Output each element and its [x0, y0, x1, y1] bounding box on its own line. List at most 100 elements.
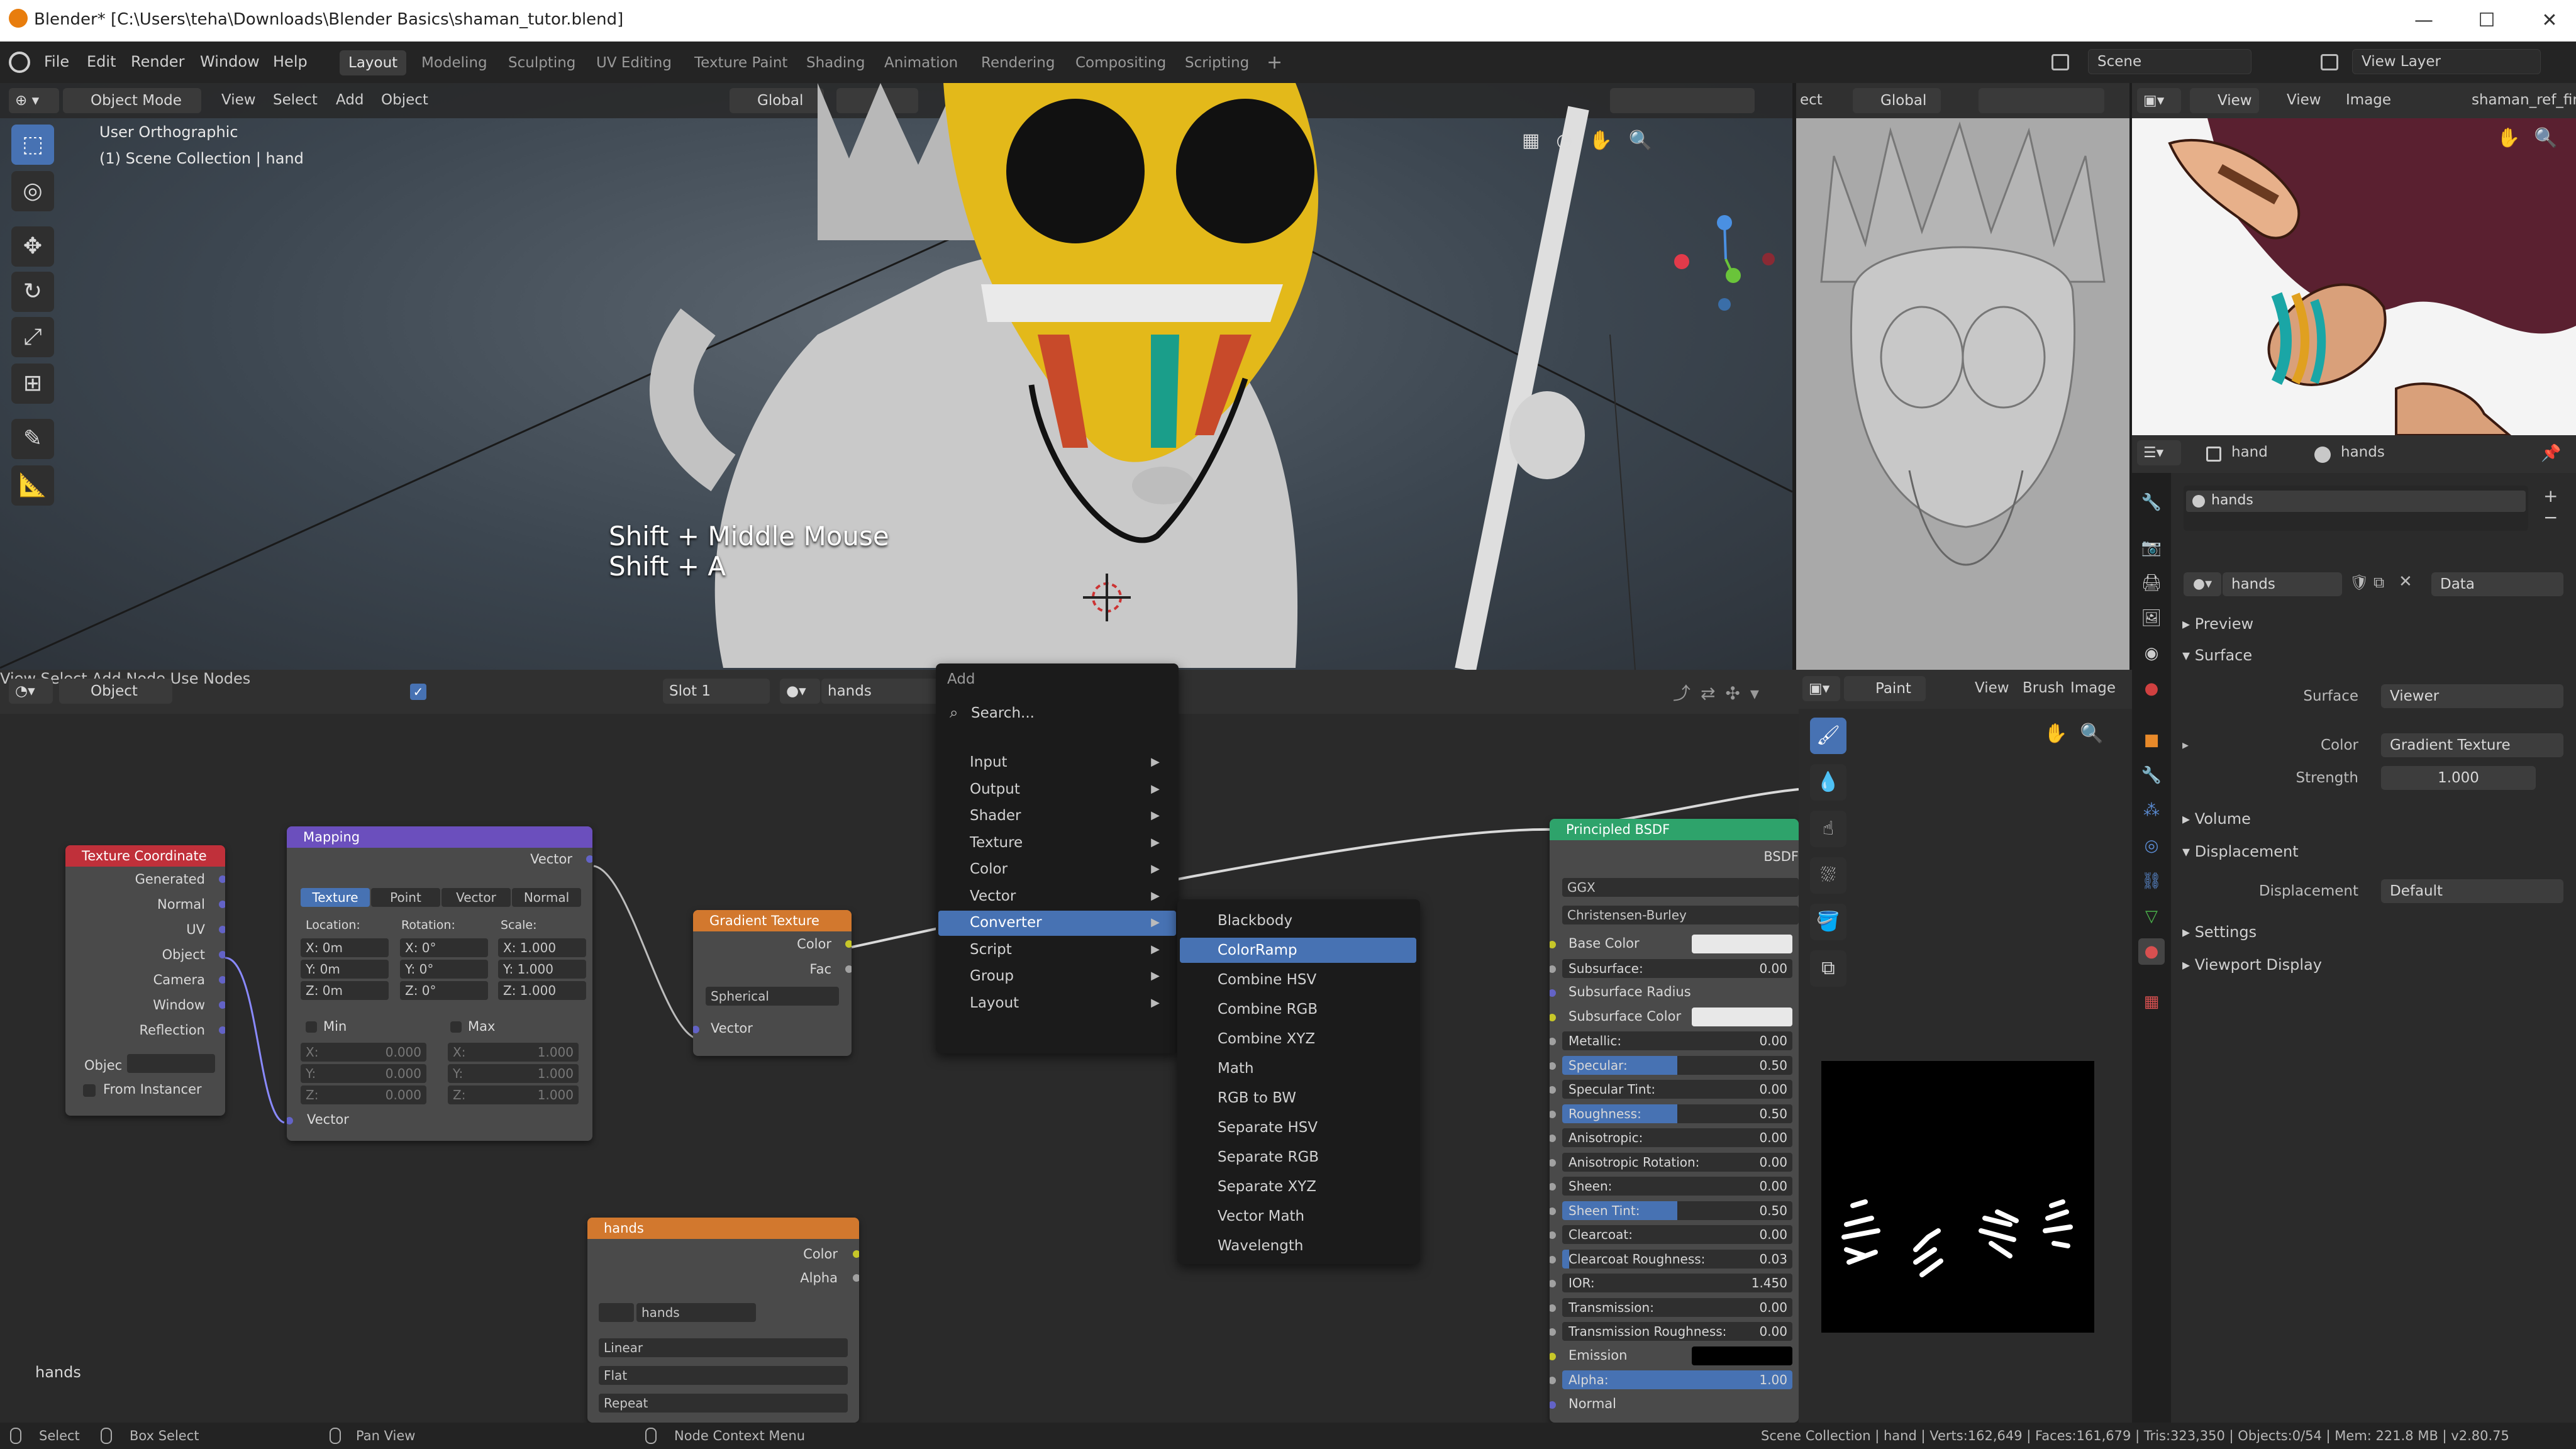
- node-editor-type-button[interactable]: ◔▾: [9, 679, 53, 704]
- converter-item-blackbody[interactable]: Blackbody: [1180, 908, 1416, 933]
- image-name-field[interactable]: hands: [636, 1303, 756, 1322]
- tab-shading[interactable]: Shading: [797, 50, 874, 75]
- mapping-rot-field[interactable]: Z: 0°: [400, 981, 488, 1000]
- mapping-rot-field[interactable]: Y: 0°: [400, 960, 488, 979]
- physics-tab-icon[interactable]: ◎: [2138, 833, 2165, 859]
- smear-tool-button[interactable]: ☝: [1810, 811, 1846, 847]
- slot-remove-button[interactable]: −: [2543, 507, 2558, 528]
- converter-item-separate-hsv[interactable]: Separate HSV: [1180, 1115, 1416, 1140]
- texcoord-output-socket[interactable]: [219, 1001, 225, 1009]
- mapping-loc-field[interactable]: X: 0m: [301, 938, 389, 957]
- image-editor-type-button[interactable]: ▣▾: [2137, 88, 2181, 113]
- tab-uv-editing[interactable]: UV Editing: [587, 50, 680, 75]
- bsdf-input-socket[interactable]: [1550, 1280, 1556, 1287]
- converter-item-vector-math[interactable]: Vector Math: [1180, 1204, 1416, 1229]
- bsdf-value-slider[interactable]: Sheen Tint: 0.50: [1562, 1201, 1792, 1220]
- image-texture-node[interactable]: hands Color Alpha hands Linear Flat Repeat: [587, 1218, 859, 1423]
- mapping-loc-field[interactable]: Z: 0m: [301, 981, 389, 1000]
- mapping-min-field[interactable]: Y: 0.000: [301, 1064, 426, 1083]
- texcoord-output-socket[interactable]: [219, 951, 225, 958]
- bsdf-input-socket[interactable]: [1550, 941, 1556, 948]
- node-shader-type-dropdown[interactable]: Object: [59, 679, 172, 704]
- bsdf-color-swatch[interactable]: [1692, 1346, 1792, 1365]
- maximize-button[interactable]: ☐: [2468, 5, 2506, 36]
- secondary-orientation-dropdown[interactable]: Global: [1853, 88, 1941, 113]
- duplicate-material-icon[interactable]: ⧉: [2373, 574, 2384, 591]
- fake-user-icon[interactable]: 🛡: [2350, 574, 2368, 591]
- mapping-loc-field[interactable]: Y: 0m: [301, 960, 389, 979]
- mapping-rot-field[interactable]: X: 0°: [400, 938, 488, 957]
- material-slot-item[interactable]: hands: [2186, 491, 2526, 512]
- converter-item-combine-hsv[interactable]: Combine HSV: [1180, 967, 1416, 992]
- mask-tool-button[interactable]: ⧉: [1810, 950, 1846, 987]
- converter-item-math[interactable]: Math: [1180, 1056, 1416, 1081]
- bsdf-value-slider[interactable]: Clearcoat Roughness: 0.03: [1562, 1249, 1792, 1269]
- bsdf-input-socket[interactable]: [1550, 1207, 1556, 1215]
- gradient-texture-node[interactable]: Gradient Texture Color Fac Spherical Vector: [693, 910, 852, 1056]
- bsdf-value-slider[interactable]: Specular: 0.50: [1562, 1055, 1792, 1075]
- volume-section-header[interactable]: ▸ Volume: [2182, 810, 2251, 828]
- mapping-type-tab[interactable]: Texture: [301, 888, 370, 907]
- texcoord-output-socket[interactable]: [219, 1026, 225, 1034]
- constraints-tab-icon[interactable]: ⛓: [2138, 868, 2165, 894]
- render-tab-icon[interactable]: 📷: [2138, 535, 2165, 561]
- strength-field[interactable]: 1.000: [2381, 766, 2536, 790]
- link-data-dropdown[interactable]: Data: [2431, 572, 2563, 596]
- gradient-output-socket[interactable]: [845, 940, 852, 948]
- converter-item-separate-xyz[interactable]: Separate XYZ: [1180, 1174, 1416, 1199]
- mapping-output-socket[interactable]: [586, 855, 592, 863]
- fill-tool-button[interactable]: 🪣: [1810, 904, 1846, 940]
- scene-tab-icon[interactable]: ◉: [2138, 640, 2165, 667]
- menu-help[interactable]: Help: [273, 53, 308, 70]
- paint-nav-buttons[interactable]: ✋🔍: [2044, 723, 2116, 745]
- bsdf-value-slider[interactable]: Transmission: 0.00: [1562, 1297, 1792, 1317]
- bsdf-color-swatch[interactable]: [1692, 1007, 1792, 1026]
- surface-section-header[interactable]: ▾ Surface: [2182, 647, 2252, 664]
- bsdf-distribution-dropdown[interactable]: GGX: [1562, 878, 1799, 897]
- bsdf-input-socket[interactable]: [1550, 1158, 1556, 1167]
- mapping-max-field[interactable]: X: 1.000: [448, 1043, 579, 1062]
- converter-item-separate-rgb[interactable]: Separate RGB: [1180, 1145, 1416, 1170]
- add-menu-item-vector[interactable]: Vector ▶: [938, 884, 1176, 909]
- gradient-type-dropdown[interactable]: Spherical: [706, 987, 839, 1006]
- use-nodes-checkbox[interactable]: ✓: [410, 684, 426, 700]
- bsdf-value-slider[interactable]: Anisotropic Rotation: 0.00: [1562, 1152, 1792, 1172]
- gradient-input-socket[interactable]: [693, 1026, 699, 1033]
- 3d-viewport[interactable]: ⊕ ▾ Object Mode View Select Add Object G…: [0, 83, 1792, 670]
- material-name-field[interactable]: hands: [2223, 572, 2342, 596]
- paint-menu-view[interactable]: View: [1975, 680, 2009, 696]
- bsdf-input-socket[interactable]: [1550, 1377, 1556, 1384]
- tab-layout[interactable]: Layout: [340, 50, 407, 75]
- mapping-max-field[interactable]: Z: 1.000: [448, 1085, 579, 1104]
- material-tab-icon[interactable]: ●: [2138, 938, 2165, 965]
- bsdf-value-slider[interactable]: Roughness: 0.50: [1562, 1104, 1792, 1123]
- bsdf-value-slider[interactable]: Anisotropic: 0.00: [1562, 1128, 1792, 1147]
- view-layer-field[interactable]: View Layer: [2352, 49, 2541, 74]
- data-tab-icon[interactable]: ▽: [2138, 903, 2165, 930]
- principled-bsdf-node[interactable]: Principled BSDF BSDF GGX Christensen-Burle…: [1550, 819, 1799, 1423]
- paint-editor-type-button[interactable]: ▣▾: [1802, 676, 1840, 701]
- mapping-node[interactable]: Mapping Vector Texture Point Vector Normal Lo…: [287, 826, 592, 1141]
- bsdf-input-socket[interactable]: [1550, 989, 1556, 997]
- image-projection-dropdown[interactable]: Flat: [599, 1366, 848, 1385]
- node-material-field[interactable]: hands: [821, 679, 941, 704]
- preview-section-header[interactable]: ▸ Preview: [2182, 615, 2253, 633]
- menu-edit[interactable]: Edit: [87, 53, 116, 70]
- converter-item-wavelength[interactable]: Wavelength: [1180, 1233, 1416, 1258]
- displacement-field[interactable]: Default: [2381, 879, 2563, 903]
- image-interpolation-dropdown[interactable]: Linear: [599, 1338, 848, 1357]
- bsdf-value-slider[interactable]: IOR: 1.450: [1562, 1274, 1792, 1292]
- bsdf-value-slider[interactable]: Clearcoat: 0.00: [1562, 1225, 1792, 1244]
- bsdf-input-socket[interactable]: [1550, 1086, 1556, 1094]
- settings-section-header[interactable]: ▸ Settings: [2182, 923, 2257, 941]
- secondary-snap-toggle[interactable]: [1979, 88, 2104, 113]
- mapping-max-checkbox[interactable]: [450, 1021, 462, 1033]
- image-output-socket[interactable]: [853, 1250, 859, 1258]
- image-view-mode[interactable]: View: [2190, 88, 2259, 113]
- tool-tab-icon[interactable]: 🔧: [2138, 489, 2165, 516]
- mapping-max-field[interactable]: Y: 1.000: [448, 1064, 579, 1083]
- viewport-nav-buttons[interactable]: ▦◔✋🔍: [1522, 130, 1679, 158]
- texcoord-output-socket[interactable]: [219, 926, 225, 933]
- image-name-field[interactable]: shaman_ref_fin: [2472, 92, 2576, 108]
- tab-rendering[interactable]: Rendering: [972, 50, 1063, 75]
